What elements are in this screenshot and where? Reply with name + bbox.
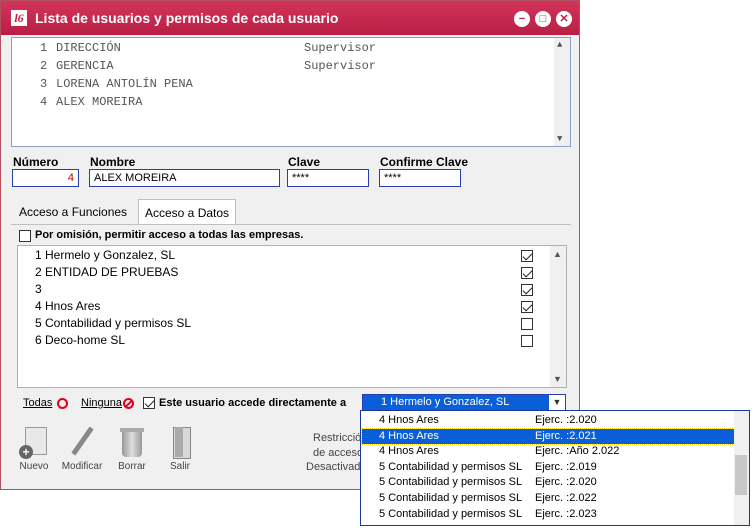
chevron-up-icon[interactable]: ▲ — [557, 40, 562, 50]
new-document-icon: + — [19, 425, 49, 459]
todas-label: Todas — [23, 397, 53, 409]
company-item: 2 ENTIDAD DE PRUEBAS — [35, 265, 179, 279]
select-all-icon[interactable] — [57, 398, 68, 409]
dropdown-item-ejercicio: Ejerc. :2.020 — [535, 476, 597, 489]
company-checkbox[interactable] — [521, 284, 533, 296]
company-item: 6 Deco-home SL — [35, 333, 126, 347]
salir-button[interactable]: Salir — [157, 425, 203, 472]
default-access-label: Por omisión, permitir acceso a todas las… — [35, 229, 304, 241]
selected-company: 1 Hermelo y Gonzalez, SL — [381, 396, 510, 408]
ninguna-button[interactable]: Ninguna — [81, 397, 122, 409]
dropdown-item-selected[interactable]: 4 Hnos Ares Ejerc. :2.021 — [361, 427, 735, 446]
dropdown-item-ejercicio: Ejerc. :2.019 — [535, 460, 597, 473]
company-item: 4 Hnos Ares — [35, 299, 101, 313]
dropdown-item-name: 5 Contabilidad y permisos SL — [379, 507, 523, 520]
tab-acceso-funciones[interactable]: Acceso a Funciones — [13, 199, 133, 225]
user-name: ALEX MOREIRA — [56, 95, 143, 109]
nuevo-label: Nuevo — [19, 461, 49, 472]
confirme-clave-field[interactable]: **** — [379, 169, 461, 187]
app-logo-icon: l6 — [11, 10, 27, 26]
clave-field[interactable]: **** — [287, 169, 369, 187]
default-access-checkbox[interactable] — [19, 230, 31, 242]
user-number: 4 — [40, 95, 48, 109]
trash-icon — [117, 425, 147, 459]
company-dropdown[interactable]: 4 Hnos Ares Ejerc. :2.020 4 Hnos Ares Ejer… — [360, 410, 750, 526]
dropdown-item[interactable]: 4 Hnos Ares Ejerc. :Año 2.022 — [362, 444, 734, 460]
dropdown-item-name: 4 Hnos Ares — [379, 445, 439, 458]
user-number: 3 — [40, 77, 48, 91]
company-checkbox[interactable] — [521, 335, 533, 347]
company-checkbox[interactable] — [521, 250, 533, 262]
exit-door-icon — [165, 425, 195, 459]
todas-button[interactable]: Todas — [23, 397, 52, 409]
user-role: Supervisor — [304, 59, 377, 73]
dropdown-item-ejercicio: Ejerc. :2.023 — [535, 507, 597, 520]
close-icon[interactable]: ✕ — [556, 11, 572, 27]
clave-label: Clave — [288, 155, 321, 169]
borrar-label: Borrar — [118, 461, 146, 472]
user-list-scrollbar[interactable]: ▲ ▼ — [554, 38, 570, 146]
pen-icon — [67, 425, 97, 459]
select-none-icon[interactable] — [123, 398, 134, 409]
company-item: 3 — [35, 282, 42, 296]
numero-field[interactable]: 4 — [12, 169, 79, 187]
dropdown-item[interactable]: 5 Contabilidad y permisos SL Ejerc. :2.02… — [362, 507, 734, 523]
scroll-thumb[interactable] — [735, 455, 747, 495]
dropdown-item[interactable]: 5 Contabilidad y permisos SL Ejerc. :2.01… — [362, 460, 734, 476]
company-checkbox[interactable] — [521, 318, 533, 330]
dropdown-item-ejercicio: Ejerc. :2.020 — [535, 414, 597, 426]
direct-access-label: Este usuario accede directamente a — [159, 397, 347, 409]
chevron-up-icon[interactable]: ▲ — [553, 249, 562, 259]
user-list[interactable]: 1 DIRECCIÓN Supervisor 2 GERENCIA Superv… — [11, 37, 571, 147]
dropdown-item[interactable]: 4 Hnos Ares Ejerc. :2.020 — [362, 413, 734, 429]
dropdown-item-name: 5 Contabilidad y permisos SL — [379, 476, 523, 489]
company-item: 5 Contabilidad y permisos SL — [35, 316, 192, 330]
chevron-down-icon[interactable]: ▼ — [553, 374, 562, 384]
dropdown-item-name: 5 Contabilidad y permisos SL — [379, 460, 523, 473]
borrar-button[interactable]: Borrar — [109, 425, 155, 472]
dropdown-item-name: 5 Contabilidad y permisos SL — [379, 492, 523, 504]
numero-label: Número — [13, 155, 59, 169]
user-number: 2 — [40, 59, 48, 73]
chevron-down-icon[interactable]: ▼ — [549, 395, 565, 410]
dropdown-item[interactable]: 5 Contabilidad y permisos SL Ejerc. :2.02… — [362, 475, 734, 491]
dropdown-item[interactable]: 5 Contabilidad y permisos SL Ejerc. :2.02… — [362, 491, 734, 507]
company-item: 1 Hermelo y Gonzalez, SL — [35, 248, 176, 262]
company-list-scrollbar[interactable]: ▲ ▼ — [550, 246, 566, 387]
direct-access-checkbox[interactable] — [143, 397, 155, 409]
salir-label: Salir — [169, 461, 190, 472]
dropdown-item-name: 4 Hnos Ares — [379, 414, 439, 426]
restriction-text: Desactivad — [306, 461, 361, 473]
user-role: Supervisor — [304, 41, 377, 55]
user-number: 1 — [40, 41, 48, 55]
company-checkbox[interactable] — [521, 267, 533, 279]
user-name: DIRECCIÓN — [56, 41, 121, 55]
dropdown-item-ejercicio: Ejerc. :2.022 — [535, 492, 597, 504]
nombre-field[interactable]: ALEX MOREIRA — [89, 169, 280, 187]
direct-access-select[interactable]: 1 Hermelo y Gonzalez, SL ▼ — [362, 394, 566, 411]
nuevo-button[interactable]: + Nuevo — [11, 425, 57, 472]
maximize-icon[interactable]: □ — [535, 11, 551, 27]
ninguna-label: Ninguna — [81, 397, 122, 409]
restriction-text: Restricció — [313, 432, 362, 444]
company-checkbox[interactable] — [521, 301, 533, 313]
modificar-button[interactable]: Modificar — [59, 425, 105, 472]
dropdown-item-ejercicio: Ejerc. :Año 2.022 — [535, 445, 620, 458]
user-name: GERENCIA — [56, 59, 114, 73]
chevron-down-icon[interactable]: ▼ — [557, 134, 562, 144]
title-bar: l6 Lista de usuarios y permisos de cada … — [1, 1, 579, 35]
minimize-icon[interactable]: − — [514, 11, 530, 27]
dropdown-scrollbar[interactable] — [734, 411, 749, 525]
dropdown-item-ejercicio: Ejerc. :2.021 — [535, 429, 597, 442]
dropdown-item-name: 4 Hnos Ares — [379, 429, 439, 442]
window-title: Lista de usuarios y permisos de cada usu… — [35, 10, 339, 26]
user-name: LORENA ANTOLÍN PENA — [56, 77, 193, 91]
tab-acceso-datos[interactable]: Acceso a Datos — [138, 199, 237, 225]
restriction-text: de acceso — [313, 447, 364, 459]
modificar-label: Modificar — [61, 461, 103, 472]
nombre-label: Nombre — [90, 155, 136, 169]
confirme-clave-label: Confirme Clave — [380, 155, 469, 169]
